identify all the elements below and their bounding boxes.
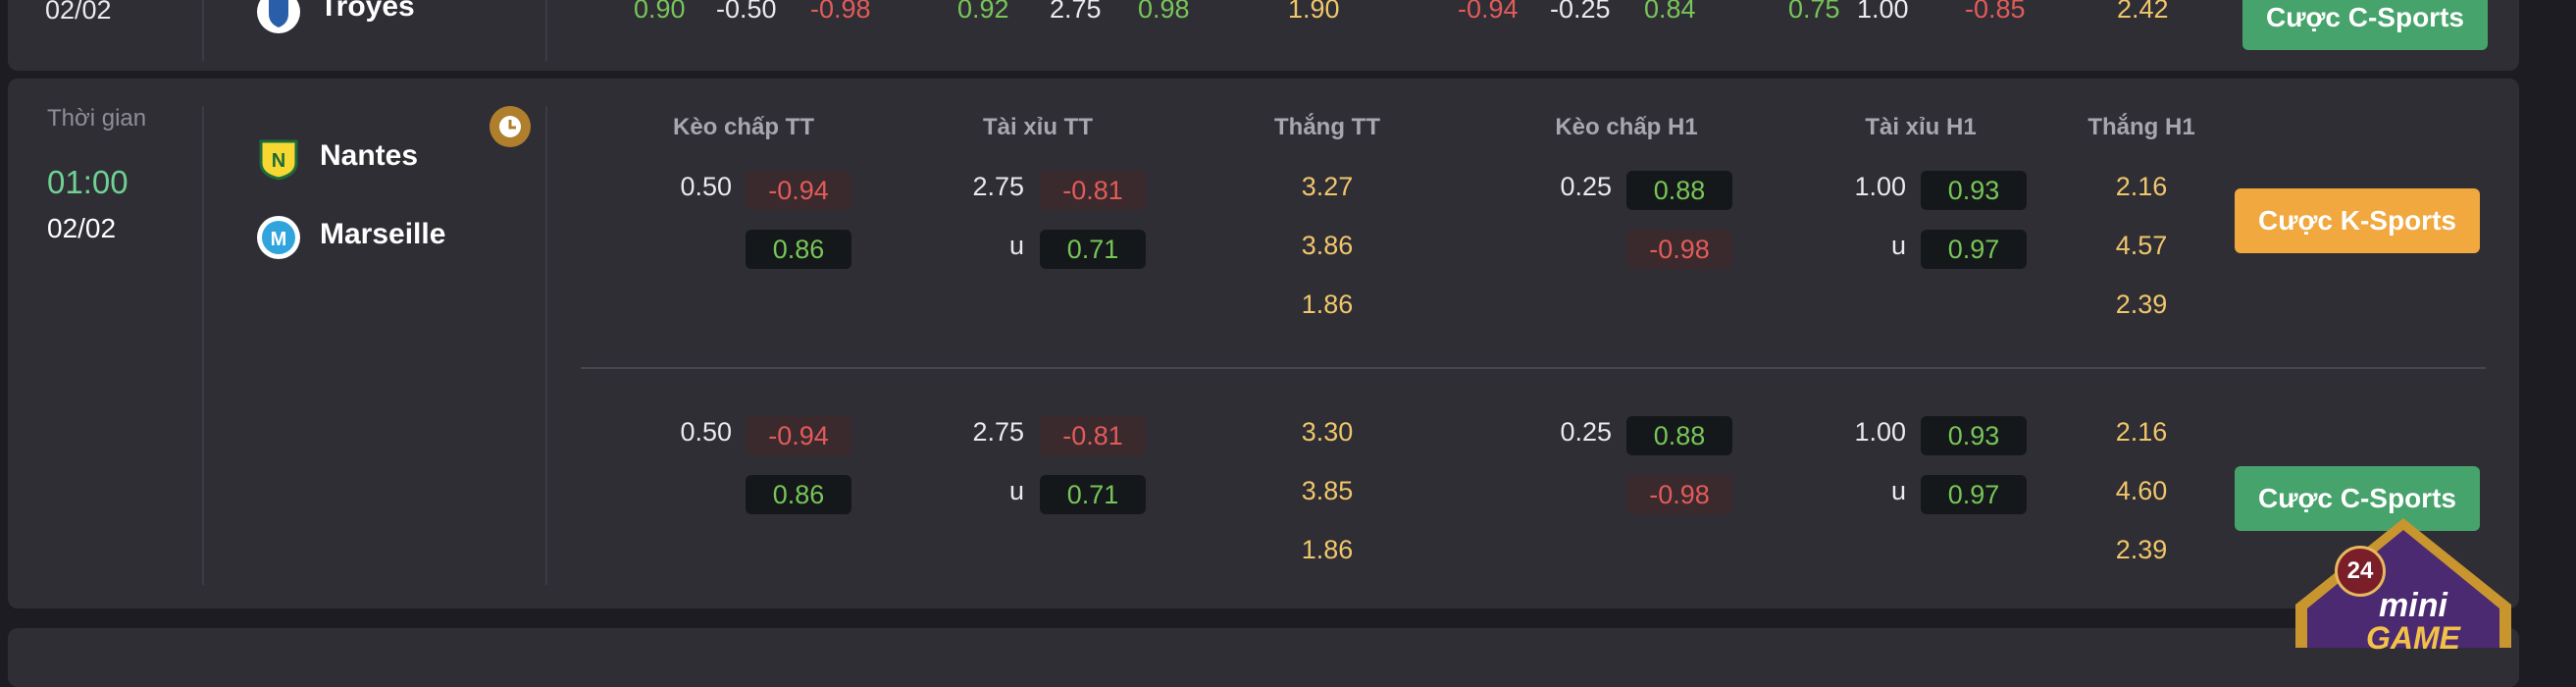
odds-box[interactable]: 0.88	[1626, 171, 1732, 210]
odds-box[interactable]: 0.71	[1040, 230, 1146, 269]
svg-text:M: M	[271, 229, 287, 250]
odds-value[interactable]: -0.98	[810, 0, 871, 25]
odds-value[interactable]: -0.50	[716, 0, 777, 25]
match-time: 01:00	[47, 164, 129, 200]
header-thang-tt: Thắng TT	[1274, 114, 1380, 140]
odds-value[interactable]: 1.90	[1288, 0, 1340, 25]
win-odds-away[interactable]: 3.85	[1278, 476, 1376, 506]
odds-value[interactable]: -0.94	[1458, 0, 1519, 25]
win-odds-draw[interactable]: 2.39	[2092, 290, 2190, 320]
odds-value[interactable]: 2.42	[2117, 0, 2169, 25]
clock-icon[interactable]	[489, 105, 532, 148]
odds-value[interactable]: -0.25	[1550, 0, 1611, 25]
bet-k-sports-button[interactable]: Cược K-Sports	[2235, 188, 2480, 253]
odds-box[interactable]: -0.98	[1626, 475, 1732, 514]
odds-box[interactable]: 0.97	[1921, 230, 2027, 269]
under-label: u	[1890, 231, 1906, 260]
header-tai-xiu-h1: Tài xỉu H1	[1865, 114, 1977, 140]
total-line: 2.75	[972, 417, 1024, 447]
win-odds-home[interactable]: 2.16	[2092, 172, 2190, 202]
win-odds-home[interactable]: 3.30	[1278, 417, 1376, 448]
odds-box[interactable]: -0.98	[1626, 230, 1732, 269]
header-thang-h1: Thắng H1	[2087, 114, 2195, 140]
header-keo-chap-h1: Kèo chấp H1	[1555, 114, 1698, 140]
mini-game-widget[interactable]: 24 mini GAME	[2286, 514, 2521, 656]
win-odds-home[interactable]: 2.16	[2092, 417, 2190, 448]
match-card: Thời gian 01:00 02/02 N Nantes M Marseil…	[8, 79, 2519, 608]
header-keo-chap-tt: Kèo chấp TT	[672, 114, 814, 140]
win-odds-away[interactable]: 4.60	[2092, 476, 2190, 506]
total-line: 1.00	[1854, 417, 1906, 447]
under-label: u	[1008, 476, 1024, 505]
win-odds-draw[interactable]: 1.86	[1278, 535, 1376, 565]
handicap-line: 0.50	[680, 172, 732, 201]
row-divider	[581, 367, 2486, 369]
win-odds-home[interactable]: 3.27	[1278, 172, 1376, 202]
odds-value[interactable]: 0.92	[957, 0, 1009, 25]
handicap-line: 0.25	[1560, 417, 1612, 447]
mini-game-label: GAME	[2366, 620, 2460, 656]
odds-box[interactable]: -0.94	[746, 416, 851, 455]
odds-box[interactable]: 0.86	[746, 475, 851, 514]
troyes-logo-icon	[257, 0, 300, 33]
odds-box[interactable]: 0.93	[1921, 171, 2027, 210]
odds-value[interactable]: -0.85	[1965, 0, 2026, 25]
odds-value[interactable]: 0.90	[634, 0, 686, 25]
odds-value[interactable]: 2.75	[1050, 0, 1102, 25]
odds-value[interactable]: 0.75	[1788, 0, 1840, 25]
previous-match-card: 02/02 Troyes 0.90 -0.50 -0.98 0.92 2.75 …	[8, 0, 2519, 71]
next-match-card	[8, 628, 2519, 687]
total-line: 1.00	[1854, 172, 1906, 201]
odds-box[interactable]: 0.97	[1921, 475, 2027, 514]
win-odds-away[interactable]: 4.57	[2092, 231, 2190, 261]
divider	[545, 106, 547, 585]
odds-value[interactable]: 0.84	[1644, 0, 1696, 25]
odds-box[interactable]: 0.86	[746, 230, 851, 269]
handicap-line: 0.50	[680, 417, 732, 447]
odds-box[interactable]: 0.71	[1040, 475, 1146, 514]
odds-box[interactable]: 0.88	[1626, 416, 1732, 455]
svg-text:N: N	[272, 150, 285, 172]
match-date: 02/02	[45, 0, 112, 25]
odds-box[interactable]: -0.81	[1040, 416, 1146, 455]
odds-value[interactable]: 0.98	[1138, 0, 1190, 25]
divider	[202, 106, 204, 585]
time-label: Thời gian	[47, 105, 147, 132]
win-odds-draw[interactable]: 2.39	[2092, 535, 2190, 565]
bet-c-sports-button[interactable]: Cược C-Sports	[2242, 0, 2488, 50]
divider	[545, 0, 547, 61]
header-tai-xiu-tt: Tài xỉu TT	[982, 114, 1093, 140]
marseille-logo-icon: M	[257, 216, 300, 259]
divider	[202, 0, 204, 61]
odds-value[interactable]: 1.00	[1857, 0, 1909, 25]
odds-box[interactable]: -0.94	[746, 171, 851, 210]
away-team-name: Marseille	[320, 218, 446, 250]
home-team-name: Nantes	[320, 139, 419, 172]
odds-box[interactable]: -0.81	[1040, 171, 1146, 210]
match-date: 02/02	[47, 213, 117, 243]
team-name: Troyes	[320, 0, 415, 23]
under-label: u	[1890, 476, 1906, 505]
handicap-line: 0.25	[1560, 172, 1612, 201]
odds-box[interactable]: 0.93	[1921, 416, 2027, 455]
win-odds-away[interactable]: 3.86	[1278, 231, 1376, 261]
win-odds-draw[interactable]: 1.86	[1278, 290, 1376, 320]
total-line: 2.75	[972, 172, 1024, 201]
nantes-logo-icon: N	[259, 139, 298, 181]
under-label: u	[1008, 231, 1024, 260]
